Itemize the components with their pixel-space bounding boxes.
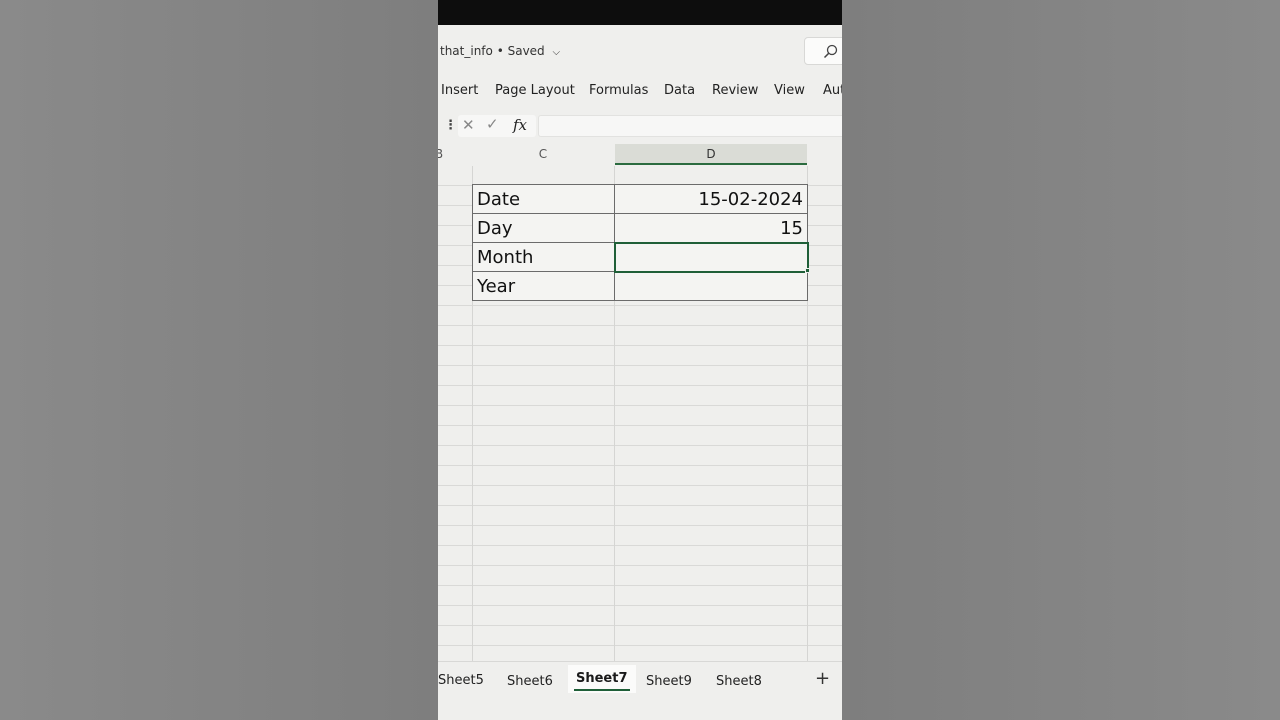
formula-bar: ⋮ ✕ ✓ fx (438, 112, 842, 140)
active-cell-selection[interactable] (614, 242, 809, 273)
sheet-tab-sheet7[interactable]: Sheet7 (568, 665, 636, 693)
file-name: that_info (440, 44, 493, 58)
ribbon-tabs: Insert Page Layout Formulas Data Review … (438, 75, 842, 107)
sheet-tab-sheet5[interactable]: Sheet5 (438, 673, 484, 688)
column-header-d[interactable]: D (615, 144, 807, 165)
right-blurred-background (842, 0, 1280, 720)
search-icon (823, 44, 838, 59)
sheet-tab-label: Sheet7 (576, 671, 628, 686)
table-row-divider (472, 213, 808, 214)
sheet-tab-bar: Sheet5 Sheet6 Sheet7 Sheet9 Sheet8 + (438, 661, 842, 720)
sheet-tab-sheet8[interactable]: Sheet8 (716, 674, 762, 689)
more-options-icon[interactable]: ⋮ (444, 118, 457, 133)
column-header-b[interactable]: B (438, 144, 446, 165)
tab-page-layout[interactable]: Page Layout (495, 83, 575, 98)
search-button[interactable] (804, 37, 842, 65)
sheet-tab-sheet6[interactable]: Sheet6 (507, 674, 553, 689)
tab-automate[interactable]: Aut (823, 83, 842, 98)
document-title[interactable]: that_info • Saved ⌵ (440, 44, 560, 58)
excel-window: that_info • Saved ⌵ Insert Page Layout F… (438, 0, 842, 720)
tab-formulas[interactable]: Formulas (589, 83, 648, 98)
chevron-down-icon: ⌵ (552, 47, 561, 58)
fill-handle[interactable] (805, 268, 810, 273)
save-status: • Saved (496, 44, 545, 58)
confirm-icon[interactable]: ✓ (486, 115, 499, 133)
cancel-icon[interactable]: ✕ (462, 116, 475, 134)
column-headers: B C D (438, 144, 842, 165)
add-sheet-button[interactable]: + (815, 668, 830, 689)
insert-function-icon[interactable]: fx (513, 116, 527, 134)
tab-view[interactable]: View (774, 83, 805, 98)
tab-review[interactable]: Review (712, 83, 758, 98)
formula-input[interactable] (538, 115, 842, 137)
sheet-tab-sheet9[interactable]: Sheet9 (646, 674, 692, 689)
tab-data[interactable]: Data (664, 83, 695, 98)
tab-insert[interactable]: Insert (441, 83, 478, 98)
left-blurred-background (0, 0, 438, 720)
status-bar (438, 0, 842, 25)
active-tab-underline (574, 689, 630, 691)
title-bar: that_info • Saved ⌵ (438, 25, 842, 75)
column-header-c[interactable]: C (472, 144, 614, 165)
